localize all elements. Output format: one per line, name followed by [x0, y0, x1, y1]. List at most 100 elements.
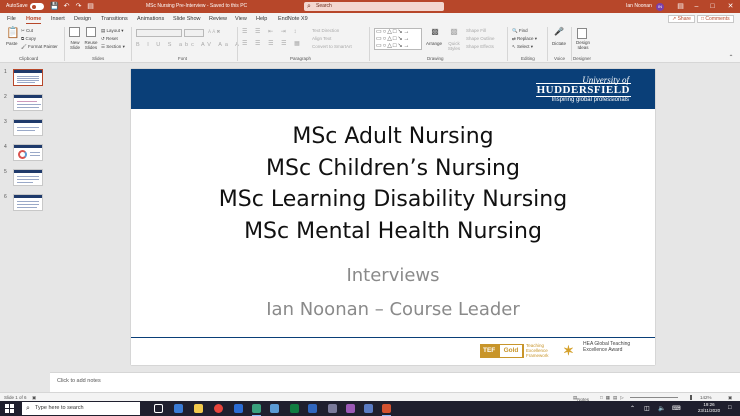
chrome-icon[interactable]	[214, 404, 223, 413]
powerpoint-icon[interactable]	[382, 404, 391, 416]
arrange-button[interactable]: Arrange	[426, 41, 442, 46]
font-style-buttons[interactable]: B I U S abc AV Aa A	[136, 42, 242, 48]
minimize-icon[interactable]: –	[692, 2, 701, 11]
paste-icon[interactable]: 📋	[6, 27, 20, 39]
tab-view[interactable]: View	[235, 16, 247, 22]
tab-design[interactable]: Design	[74, 16, 91, 22]
autosave-toggle[interactable]	[30, 3, 44, 10]
tab-home[interactable]: Home	[26, 16, 42, 24]
tab-review[interactable]: Review	[209, 16, 227, 22]
alignment-buttons[interactable]: ☰ ☰ ☰ ☰ ▦	[242, 40, 303, 47]
comments-button[interactable]: □ Comments	[697, 15, 734, 23]
tab-slide-show[interactable]: Slide Show	[173, 16, 201, 22]
shape-effects-button[interactable]: Shape Effects	[466, 44, 494, 49]
redo-icon[interactable]: ↷	[74, 2, 83, 11]
select-button[interactable]: ↖ Select ▾	[512, 44, 533, 50]
undo-icon[interactable]: ↶	[62, 2, 71, 11]
quick-styles-button[interactable]: Quick Styles	[445, 41, 463, 51]
present-icon[interactable]: ▤	[86, 2, 95, 11]
zoom-level[interactable]: 142%	[700, 395, 712, 400]
section-button[interactable]: ☰ Section ▾	[101, 44, 125, 50]
paste-label[interactable]: Paste	[6, 41, 18, 46]
notepad-icon[interactable]	[328, 404, 337, 413]
align-text-button[interactable]: Align Text	[312, 36, 331, 41]
programme-title[interactable]: MSc Mental Health Nursing	[131, 219, 655, 244]
language-icon[interactable]: ⌨	[672, 405, 681, 412]
reuse-slides-icon[interactable]	[86, 27, 96, 37]
zoom-slider-thumb[interactable]	[690, 395, 692, 400]
programme-title[interactable]: MSc Children’s Nursing	[131, 156, 655, 181]
new-slide-icon[interactable]	[69, 27, 80, 37]
edge-icon[interactable]	[174, 404, 183, 413]
teams-icon[interactable]	[252, 404, 261, 416]
slide-canvas[interactable]: University of HUDDERSFIELD Inspiring glo…	[131, 69, 655, 365]
tab-insert[interactable]: Insert	[51, 16, 65, 22]
share-button[interactable]: ↗ Share	[668, 15, 695, 23]
notes-pane[interactable]: Click to add notes	[50, 372, 740, 392]
close-icon[interactable]: ✕	[726, 2, 735, 11]
notes-placeholder[interactable]: Click to add notes	[57, 378, 101, 384]
shape-fill-button[interactable]: Shape Fill	[466, 28, 486, 33]
avatar[interactable]: IN	[656, 3, 664, 11]
file-explorer-icon[interactable]	[194, 404, 203, 413]
slide-thumbnail-5[interactable]	[13, 169, 43, 186]
font-size-buttons[interactable]: Â Ǎ ✖	[208, 29, 220, 35]
search-input[interactable]: Search	[304, 2, 444, 11]
text-direction-button[interactable]: Text Direction	[312, 28, 339, 33]
user-name[interactable]: Ian Noonan	[626, 3, 652, 9]
slide-thumbnail-3[interactable]	[13, 119, 43, 136]
shape-outline-button[interactable]: Shape Outline	[466, 36, 495, 41]
reset-button[interactable]: ↺ Reset	[101, 36, 118, 42]
design-ideas-button[interactable]: Design Ideas	[574, 40, 592, 50]
dictate-button[interactable]: Dictate	[552, 41, 566, 46]
volume-icon[interactable]: 🔈	[658, 405, 665, 412]
presenter-name[interactable]: Ian Noonan – Course Leader	[131, 299, 655, 320]
windows-start-icon[interactable]	[5, 404, 14, 413]
cut-button[interactable]: ✂ Cut	[21, 28, 33, 34]
tray-chevron-icon[interactable]: ⌃	[630, 405, 635, 412]
new-slide-button[interactable]: New Slide	[68, 40, 82, 50]
notifications-icon[interactable]: □	[728, 405, 732, 411]
taskbar-clock[interactable]: 19:26 23/11/2020	[694, 402, 724, 414]
slide-thumbnail-1[interactable]	[13, 69, 43, 86]
design-ideas-icon[interactable]	[577, 28, 587, 39]
ribbon-options-icon[interactable]: ▤	[676, 2, 685, 11]
font-size-select[interactable]	[184, 29, 204, 37]
programme-title[interactable]: MSc Learning Disability Nursing	[131, 187, 655, 212]
onenote-icon[interactable]	[346, 404, 355, 413]
task-view-icon[interactable]	[154, 404, 163, 413]
outlook-icon[interactable]	[308, 404, 317, 413]
collapse-ribbon-icon[interactable]: ⌃	[727, 55, 735, 61]
shapes-gallery[interactable]: ▭○△□↘→ ▭○△□↘→ ▭○△□↘→	[374, 28, 422, 50]
layout-button[interactable]: ▤ Layout ▾	[101, 28, 124, 34]
reuse-slides-button[interactable]: Reuse Slides	[84, 40, 98, 50]
programme-title[interactable]: MSc Adult Nursing	[131, 124, 655, 149]
tab-file[interactable]: File	[7, 16, 16, 22]
find-button[interactable]: 🔍 Find	[512, 28, 528, 34]
word-icon[interactable]	[234, 404, 243, 413]
maximize-icon[interactable]: □	[708, 2, 717, 11]
slide-thumbnail-4[interactable]	[13, 144, 43, 161]
slide-thumbnail-2[interactable]	[13, 94, 43, 111]
save-icon[interactable]: 💾	[50, 2, 59, 11]
list-buttons[interactable]: ☰ ☰ ⇤ ⇥ ↕	[242, 28, 299, 35]
taskbar-search-input[interactable]: Type here to search	[22, 402, 140, 415]
tab-help[interactable]: Help	[256, 16, 267, 22]
tab-animations[interactable]: Animations	[137, 16, 164, 22]
network-icon[interactable]: ◫	[644, 405, 650, 412]
font-name-select[interactable]	[136, 29, 182, 37]
quick-styles-icon[interactable]: ▩	[448, 28, 460, 40]
photos-icon[interactable]	[270, 404, 279, 413]
arrange-icon[interactable]: ▩	[429, 28, 441, 40]
copy-button[interactable]: ⧉ Copy	[21, 36, 36, 41]
slide-subtitle[interactable]: Interviews	[131, 265, 655, 286]
replace-button[interactable]: ⇄ Replace ▾	[512, 36, 537, 42]
microphone-icon[interactable]: 🎤	[554, 28, 564, 39]
calendar-icon[interactable]	[364, 404, 373, 413]
tab-transitions[interactable]: Transitions	[101, 16, 128, 22]
slide-thumbnail-6[interactable]	[13, 194, 43, 211]
excel-icon[interactable]	[290, 404, 299, 413]
tab-endnote[interactable]: EndNote X9	[278, 16, 308, 22]
format-painter-button[interactable]: 🖌 Format Painter	[21, 44, 58, 50]
zoom-slider[interactable]	[630, 397, 678, 398]
